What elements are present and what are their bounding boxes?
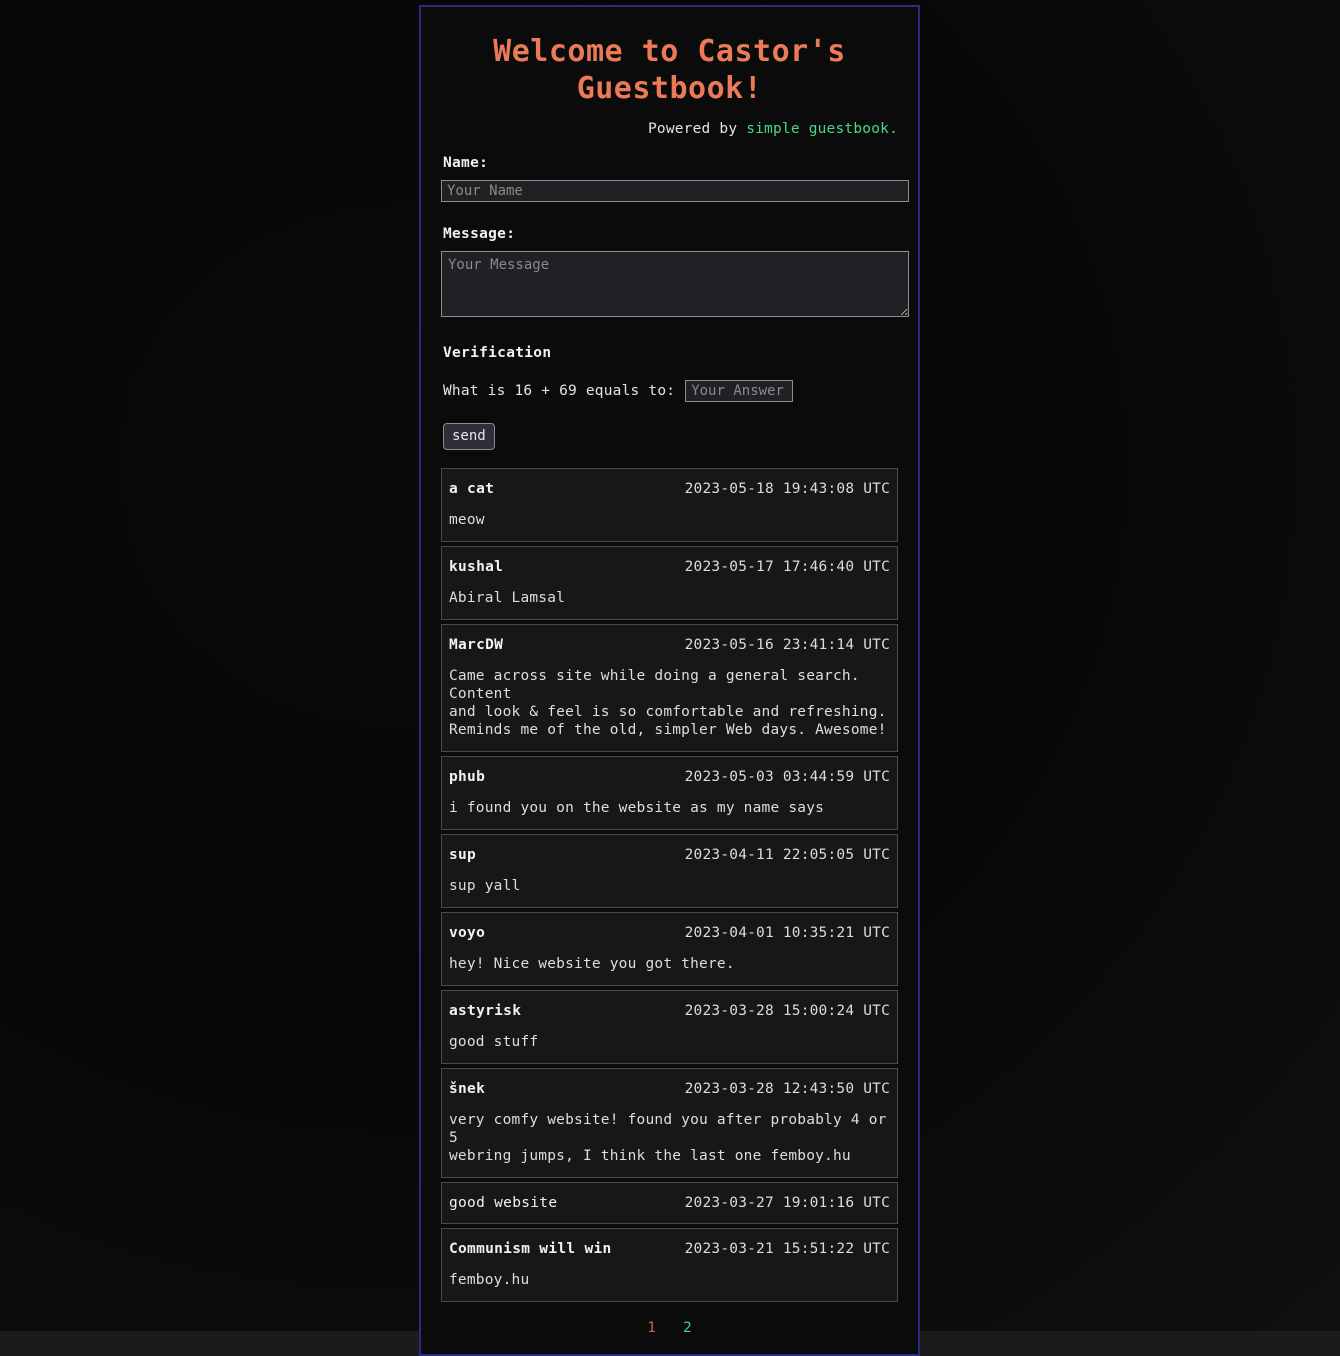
guestbook-entry: MarcDW 2023-05-16 23:41:14 UTC Came across… [441,624,898,752]
entry-timestamp: 2023-05-17 17:46:40 UTC [684,559,890,575]
entry-author-name: MarcDW [449,637,504,653]
entry-timestamp: 2023-03-28 12:43:50 UTC [684,1081,890,1097]
entry-author-name: Communism will win [449,1241,612,1257]
entry-header: a cat 2023-05-18 19:43:08 UTC [449,481,890,497]
guestbook-container: Welcome to Castor's Guestbook! Powered b… [419,5,920,1356]
entry-timestamp: 2023-05-03 03:44:59 UTC [684,769,890,785]
verification-heading: Verification [443,345,552,361]
entry-timestamp: 2023-05-18 19:43:08 UTC [684,481,890,497]
powered-by-prefix: Powered by [647,121,747,137]
guestbook-entry: voyo 2023-04-01 10:35:21 UTC hey! Nice web… [441,912,898,986]
guestbook-entry: astyrisk 2023-03-28 15:00:24 UTC good stuf… [441,990,898,1064]
entry-header: sup 2023-04-11 22:05:05 UTC [449,847,890,863]
verification-row: What is 16 + 69 equals to: [443,380,898,402]
entry-author-name: voyo [449,925,486,941]
entry-message: i found you on the website as my name sa… [449,800,825,816]
entry-header: MarcDW 2023-05-16 23:41:14 UTC [449,637,890,653]
verification-question: What is 16 + 69 equals to: [443,383,676,399]
entry-author-name: a cat [449,481,495,497]
message-textarea[interactable] [441,251,909,317]
entry-author-name: kushal [449,559,504,575]
pagination: 12 [441,1320,898,1336]
entry-message: good stuff [449,1034,539,1050]
entry-header: voyo 2023-04-01 10:35:21 UTC [449,925,890,941]
entry-header: kushal 2023-05-17 17:46:40 UTC [449,559,890,575]
name-input[interactable] [441,180,909,202]
entry-header: Communism will win 2023-03-21 15:51:22 UT… [449,1241,890,1257]
entry-author-name: astyrisk [449,1003,522,1019]
entry-message: sup yall [449,878,521,894]
entry-author-name: phub [449,769,486,785]
guestbook-entry: phub 2023-05-03 03:44:59 UTC i found you o… [441,756,898,830]
entry-timestamp: 2023-03-28 15:00:24 UTC [684,1003,890,1019]
guestbook-entry: a cat 2023-05-18 19:43:08 UTC meow [441,468,898,542]
message-label: Message: [443,226,516,242]
entry-timestamp: 2023-03-27 19:01:16 UTC [684,1195,890,1211]
entry-header: astyrisk 2023-03-28 15:00:24 UTC [449,1003,890,1019]
pagination-page-2[interactable]: 2 [683,1320,692,1336]
guestbook-entry: kushal 2023-05-17 17:46:40 UTC Abiral Lams… [441,546,898,620]
page-title: Welcome to Castor's Guestbook! [493,34,846,106]
entry-message: Abiral Lamsal [449,590,566,606]
entry-header: good website 2023-03-27 19:01:16 UTC [449,1195,890,1211]
verification-answer-input[interactable] [685,380,794,402]
guestbook-entries: a cat 2023-05-18 19:43:08 UTC meow kushal 20… [441,468,898,1302]
guestbook-entry: sup 2023-04-11 22:05:05 UTC sup yall [441,834,898,908]
entry-timestamp: 2023-04-11 22:05:05 UTC [684,847,890,863]
simple-guestbook-link[interactable]: simple guestbook. [746,121,898,137]
entry-message: hey! Nice website you got there. [449,956,735,972]
guestbook-entry: good website 2023-03-27 19:01:16 UTC [441,1182,898,1224]
send-button[interactable]: send [443,423,495,450]
entry-author-name: šnek [449,1081,486,1097]
entry-timestamp: 2023-05-16 23:41:14 UTC [684,637,890,653]
entry-message: femboy.hu [449,1272,530,1288]
entry-author-name: sup [449,847,477,863]
entry-timestamp: 2023-03-21 15:51:22 UTC [684,1241,890,1257]
pagination-page-1[interactable]: 1 [647,1320,656,1336]
name-label: Name: [443,155,489,171]
entry-header: phub 2023-05-03 03:44:59 UTC [449,769,890,785]
entry-message: meow [449,512,485,528]
entry-header: šnek 2023-03-28 12:43:50 UTC [449,1081,890,1097]
entry-timestamp: 2023-04-01 10:35:21 UTC [684,925,890,941]
powered-by-line: Powered by simple guestbook. [441,121,898,137]
guestbook-entry: šnek 2023-03-28 12:43:50 UTC very comfy we… [441,1068,898,1178]
entry-author-name: good website [449,1195,558,1211]
entry-message: very comfy website! found you after prob… [449,1112,887,1164]
guestbook-entry: Communism will win 2023-03-21 15:51:22 UT… [441,1228,898,1302]
entry-message: Came across site while doing a general s… [449,668,887,738]
guestbook-form: Name: Message: Verification What is 16 +… [441,155,909,450]
